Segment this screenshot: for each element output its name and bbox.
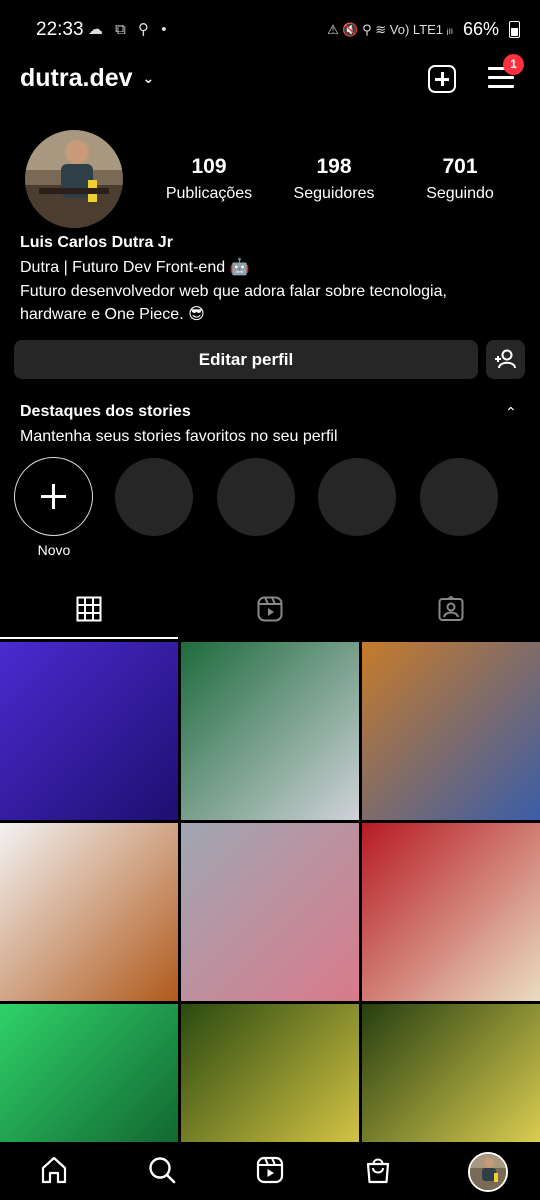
- discover-people-button[interactable]: [486, 340, 525, 379]
- stat-label: Seguindo: [426, 185, 494, 202]
- highlight-placeholder: [115, 458, 193, 536]
- status-right-group: ⚠ 🔇 ⚲ ≋ Vo) LTE1 ᵢₗₗ 66%: [327, 19, 520, 40]
- highlights-subtitle: Mantenha seus stories favoritos no seu p…: [20, 428, 338, 445]
- edit-profile-button[interactable]: Editar perfil: [14, 340, 478, 379]
- status-time: 22:33: [36, 19, 84, 40]
- tagged-icon[interactable]: [438, 595, 464, 622]
- shop-icon[interactable]: [363, 1155, 393, 1185]
- stat-label: Publicações: [165, 185, 253, 202]
- stat-label: Seguidores: [293, 185, 375, 202]
- status-system-icons: ⚠ 🔇 ⚲ ≋ Vo) LTE1 ᵢₗₗ: [327, 21, 453, 37]
- stat-posts[interactable]: 109 Publicações: [149, 155, 269, 203]
- username: dutra.dev: [20, 64, 133, 92]
- add-person-icon: [495, 349, 516, 369]
- reels-tab-icon[interactable]: [257, 596, 283, 622]
- stat-value: 701: [442, 155, 478, 178]
- highlight-placeholder: [217, 458, 295, 536]
- grid-photo[interactable]: [181, 642, 359, 820]
- battery-percentage: 66%: [462, 19, 499, 39]
- stat-following[interactable]: 701 Seguindo: [400, 155, 520, 203]
- highlight-placeholder: [318, 458, 396, 536]
- active-tab-indicator: [0, 637, 178, 639]
- bio-line: Dutra | Futuro Dev Front-end 🤖: [20, 259, 250, 276]
- notification-badge: 1: [503, 54, 524, 75]
- bio-line: hardware e One Piece. 😎: [20, 306, 205, 323]
- status-notification-icons: ☁ ⧉ ⚲ •: [88, 21, 171, 38]
- highlight-placeholder: [420, 458, 498, 536]
- stat-followers[interactable]: 198 Seguidores: [274, 155, 394, 203]
- account-switcher[interactable]: dutra.dev ⌄: [20, 64, 154, 93]
- home-icon[interactable]: [39, 1155, 69, 1185]
- new-highlight-button[interactable]: [14, 457, 93, 536]
- bio-line: Futuro desenvolvedor web que adora falar…: [20, 283, 447, 300]
- battery-icon: [509, 21, 520, 38]
- profile-avatar[interactable]: [25, 130, 123, 228]
- grid-photo[interactable]: [362, 642, 540, 820]
- create-post-icon[interactable]: [428, 65, 456, 93]
- profile-name: Luis Carlos Dutra Jr: [20, 234, 173, 251]
- reels-icon[interactable]: [255, 1155, 285, 1185]
- search-icon[interactable]: [147, 1155, 177, 1185]
- chevron-down-icon: ⌄: [142, 70, 155, 86]
- new-highlight-label: Novo: [37, 542, 71, 558]
- profile-avatar[interactable]: [468, 1152, 508, 1192]
- highlights-title: Destaques dos stories: [20, 403, 191, 420]
- status-bar: 22:33 ☁ ⧉ ⚲ • ⚠ 🔇 ⚲ ≋ Vo) LTE1 ᵢₗₗ 66%: [0, 0, 540, 58]
- chevron-up-icon[interactable]: ⌃: [505, 404, 517, 421]
- grid-icon[interactable]: [76, 596, 102, 622]
- stat-value: 198: [316, 155, 352, 178]
- stat-value: 109: [191, 155, 227, 178]
- grid-photo[interactable]: [0, 823, 178, 1001]
- grid-photo[interactable]: [0, 642, 178, 820]
- grid-photo[interactable]: [362, 823, 540, 1001]
- photo-grid: [0, 642, 540, 1182]
- grid-photo[interactable]: [181, 823, 359, 1001]
